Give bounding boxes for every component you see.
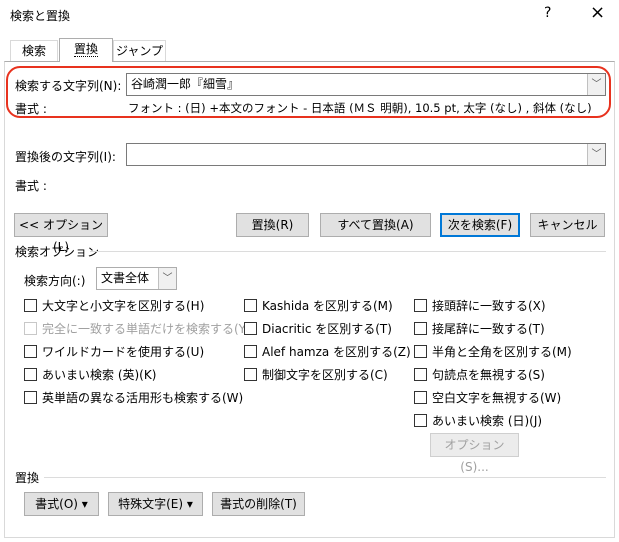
option-checkbox[interactable]: 句読点を無視する(S) (414, 366, 545, 383)
option-checkbox[interactable]: あいまい検索 (英)(K) (24, 366, 156, 383)
checkbox-label: あいまい検索 (日)(J) (432, 414, 543, 428)
find-label: 検索する文字列(N): (15, 79, 122, 93)
find-next-button[interactable]: 次を検索(F) (440, 213, 520, 237)
checkbox-label: 完全に一致する単語だけを検索する(Y) (42, 322, 251, 336)
replace-all-button[interactable]: すべて置換(A) (320, 213, 431, 237)
checkbox-box[interactable] (244, 299, 257, 312)
checkbox-box[interactable] (24, 368, 37, 381)
option-checkbox[interactable]: あいまい検索 (日)(J) (414, 412, 542, 429)
close-button[interactable]: × (590, 2, 605, 23)
find-format-value: フォント : (日) +本文のフォント - 日本語 (ＭＳ 明朝), 10.5 … (128, 101, 592, 115)
checkbox-label: 接頭辞に一致する(X) (432, 299, 546, 313)
checkbox-label: Diacritic を区別する(T) (262, 322, 392, 336)
direction-label: 検索方向(:) (24, 274, 86, 288)
option-checkbox[interactable]: 半角と全角を区別する(M) (414, 343, 572, 360)
options-toggle-button[interactable]: << オプション(L) (14, 213, 108, 254)
chevron-down-icon[interactable]: ﹀ (587, 74, 605, 95)
option-checkbox[interactable]: 英単語の異なる活用形も検索する(W) (24, 389, 243, 406)
format-button[interactable]: 書式(O) ▾ (24, 492, 99, 516)
chevron-down-icon[interactable]: ﹀ (158, 268, 176, 289)
option-checkbox[interactable]: 接頭辞に一致する(X) (414, 297, 546, 314)
window-title: 検索と置換 (10, 9, 71, 23)
replace-format-label: 書式 : (15, 179, 47, 193)
checkbox-box[interactable] (244, 345, 257, 358)
checkbox-label: 空白文字を無視する(W) (432, 391, 562, 405)
cancel-button[interactable]: キャンセル (530, 213, 605, 237)
find-input[interactable]: 谷崎潤一郎『細雪』 ﹀ (126, 73, 606, 96)
checkbox-box[interactable] (24, 345, 37, 358)
checkbox-label: ワイルドカードを使用する(U) (42, 345, 205, 359)
checkbox-box[interactable] (24, 322, 37, 335)
replace-button[interactable]: 置換(R) (236, 213, 309, 237)
checkbox-label: 接尾辞に一致する(T) (432, 322, 545, 336)
option-checkbox[interactable]: 空白文字を無視する(W) (414, 389, 561, 406)
replace-label: 置換後の文字列(I): (15, 150, 116, 164)
checkbox-label: Alef hamza を区別する(Z) (262, 345, 411, 359)
checkbox-box[interactable] (414, 345, 427, 358)
checkbox-label: Kashida を区別する(M) (262, 299, 393, 313)
checkbox-box[interactable] (24, 299, 37, 312)
checkbox-label: 句読点を無視する(S) (432, 368, 545, 382)
special-characters-button[interactable]: 特殊文字(E) ▾ (108, 492, 203, 516)
help-button[interactable]: ? (544, 5, 551, 21)
checkbox-box[interactable] (414, 391, 427, 404)
direction-select[interactable]: 文書全体 ﹀ (96, 267, 177, 290)
option-checkbox: 完全に一致する単語だけを検索する(Y) (24, 320, 251, 337)
divider (44, 477, 606, 478)
replace-section-title: 置換 (15, 471, 40, 485)
checkbox-label: 半角と全角を区別する(M) (432, 345, 572, 359)
tab-goto[interactable]: ジャンプ (113, 40, 166, 61)
option-checkbox[interactable]: 大文字と小文字を区別する(H) (24, 297, 204, 314)
checkbox-box[interactable] (414, 322, 427, 335)
replace-input[interactable]: ﹀ (126, 143, 606, 166)
clear-format-button[interactable]: 書式の削除(T) (212, 492, 305, 516)
checkbox-box[interactable] (244, 368, 257, 381)
checkbox-label: あいまい検索 (英)(K) (42, 368, 157, 382)
find-format-label: 書式 : (15, 102, 47, 116)
checkbox-box[interactable] (414, 368, 427, 381)
checkbox-box[interactable] (414, 299, 427, 312)
option-checkbox[interactable]: ワイルドカードを使用する(U) (24, 343, 204, 360)
divider (90, 251, 606, 252)
option-checkbox[interactable]: Kashida を区別する(M) (244, 297, 393, 314)
option-checkbox[interactable]: 制御文字を区別する(C) (244, 366, 388, 383)
option-checkbox[interactable]: 接尾辞に一致する(T) (414, 320, 545, 337)
checkbox-label: 制御文字を区別する(C) (262, 368, 388, 382)
checkbox-box[interactable] (24, 391, 37, 404)
chevron-down-icon[interactable]: ﹀ (587, 144, 605, 165)
option-checkbox[interactable]: Diacritic を区別する(T) (244, 320, 392, 337)
option-checkbox[interactable]: Alef hamza を区別する(Z) (244, 343, 411, 360)
search-options-title: 検索オプション (15, 245, 100, 259)
tab-replace[interactable]: 置換 (59, 38, 113, 62)
checkbox-label: 英単語の異なる活用形も検索する(W) (42, 391, 244, 405)
checkbox-label: 大文字と小文字を区別する(H) (42, 299, 205, 313)
checkbox-box[interactable] (414, 414, 427, 427)
checkbox-box[interactable] (244, 322, 257, 335)
tab-find[interactable]: 検索 (10, 40, 58, 61)
fuzzy-options-button[interactable]: オプション(S)... (430, 433, 519, 474)
